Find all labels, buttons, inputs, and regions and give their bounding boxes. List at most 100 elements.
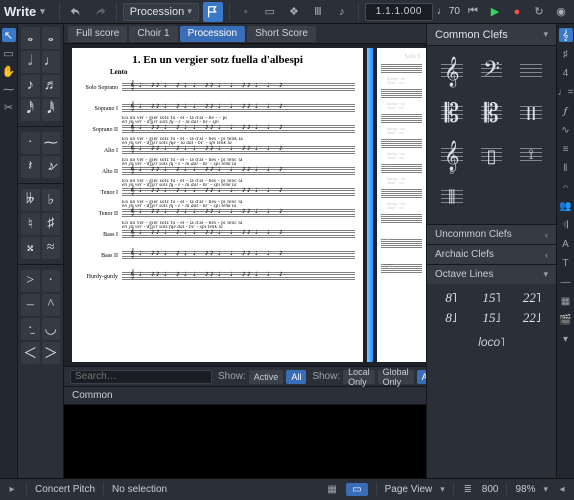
- rest-button[interactable]: 𝄽: [21, 156, 40, 178]
- video-button[interactable]: 🎬: [559, 313, 573, 327]
- note-16th[interactable]: ♬: [42, 75, 61, 97]
- stacc-ten[interactable]: ·̱: [21, 318, 40, 340]
- score-viewport[interactable]: 1. En un vergier sotz fuella d'albespi L…: [64, 44, 426, 366]
- staff-lines[interactable]: 𝄞 ♩ ♪♪ ♩ ♪ ♩♩ ♪♪ ♩ ♩ ♪♪ ♩ ♩ ♪ En un ver …: [122, 101, 355, 117]
- dbl-sharp[interactable]: 𝄪: [21, 237, 40, 259]
- note-quarter[interactable]: ♩: [42, 51, 61, 73]
- tie-tool[interactable]: ⁓: [2, 82, 16, 96]
- zoom-value[interactable]: 98%: [515, 484, 535, 495]
- staff-row[interactable]: Soprano I 𝄞 ♩ ♪♪ ♩ ♪ ♩♩ ♪♪ ♩ ♩ ♪♪ ♩ ♩ ♪ …: [80, 98, 355, 119]
- clef-tab[interactable]: ⟟: [514, 138, 548, 174]
- staff-lines[interactable]: 𝄞 ♩ ♪♪ ♩ ♪ ♩♩ ♪♪ ♩ ♩ ♪♪ ♩ ♩ ♪ En un ver …: [122, 185, 355, 201]
- flat[interactable]: ♭: [42, 189, 61, 211]
- staff-row[interactable]: A. I domp - na 'dom - na: [381, 112, 422, 126]
- repeat-button[interactable]: 𝄇: [559, 218, 573, 232]
- staff-row[interactable]: Alto II 𝄞 ♩ ♪♪ ♩ ♪ ♩♩ ♪♪ ♩ ♩ ♪♪ ♩ ♩ ♪ En…: [80, 161, 355, 182]
- staff-row[interactable]: Alto I 𝄞 ♩ ♪♪ ♩ ♪ ♩♩ ♪♪ ♩ ♩ ♪♪ ♩ ♩ ♪ En …: [80, 140, 355, 161]
- filter-active[interactable]: Active: [249, 370, 284, 384]
- clefs-panel-button[interactable]: 𝄞: [559, 28, 573, 42]
- tempo-display[interactable]: ♩ 70: [437, 3, 460, 21]
- note-eighth[interactable]: ♪: [21, 75, 40, 97]
- staff-row[interactable]: Bass I 𝄞 ♩ ♪♪ ♩ ♪ ♩♩ ♪♪ ♩ ♩ ♪♪ ♩ ♩ ♪: [80, 224, 355, 245]
- cues-button[interactable]: ▦: [559, 294, 573, 308]
- clef-alto[interactable]: 𝄡: [435, 96, 469, 132]
- sharp[interactable]: ♯: [42, 213, 61, 235]
- flag-marker-button[interactable]: [203, 2, 223, 22]
- staff-row[interactable]: Solo Soprano 𝄞 ♩ ♪♪ ♩ ♪ ♩♩ ♪♪ ♩ ♩ ♪♪ ♩ ♩…: [80, 77, 355, 98]
- staff-row[interactable]: B. II: [381, 237, 422, 251]
- oct-15ma[interactable]: 15˥: [473, 290, 509, 306]
- scissors-tool[interactable]: ✂: [2, 100, 16, 114]
- text-button[interactable]: T: [559, 256, 573, 270]
- tremolo-button[interactable]: ≡: [559, 142, 573, 156]
- flow-selector[interactable]: Procession ▾: [123, 3, 199, 21]
- tab-full-score[interactable]: Full score: [68, 26, 127, 42]
- staff-row[interactable]: S. I domp - na 'dom - na: [381, 62, 422, 76]
- dot-button[interactable]: ·: [21, 132, 40, 154]
- position-display[interactable]: 1.1.1.000: [365, 3, 433, 21]
- view-mode[interactable]: Page View: [385, 484, 433, 495]
- section-uncommon[interactable]: Uncommon Clefs‹: [427, 224, 556, 244]
- oct-22ma[interactable]: 22˥: [514, 290, 550, 306]
- clef-treble-8vb[interactable]: 𝄞8: [435, 138, 469, 174]
- staff-row[interactable]: Hurdy-gurdy 𝄞 ♩ ♪♪ ♩ ♪ ♩♩ ♪♪ ♩ ♩ ♪♪ ♩ ♩ …: [80, 266, 355, 287]
- clef-tenor-c[interactable]: 𝄡: [475, 96, 509, 132]
- tenuto[interactable]: –: [21, 294, 40, 316]
- cresc[interactable]: ＜: [21, 342, 40, 364]
- staff-row[interactable]: Tenor II 𝄞 ♩ ♪♪ ♩ ♪ ♩♩ ♪♪ ♩ ♩ ♪♪ ♩ ♩ ♪ E…: [80, 203, 355, 224]
- loop-button[interactable]: ↻: [530, 3, 548, 21]
- tie-button[interactable]: ⁓: [42, 132, 61, 154]
- staff-lines[interactable]: 𝄞 ♩ ♪♪ ♩ ♪ ♩♩ ♪♪ ♩ ♩ ♪♪ ♩ ♩ ♪ En un ver …: [122, 143, 355, 159]
- oct-15mb[interactable]: 15˩: [473, 310, 509, 326]
- marcato[interactable]: ^: [42, 294, 61, 316]
- galley-toggle[interactable]: ▭: [346, 483, 367, 496]
- marquee-tool[interactable]: ▭: [2, 46, 16, 60]
- clef-none[interactable]: [514, 54, 548, 90]
- tab-procession[interactable]: Procession: [180, 26, 245, 42]
- tab-short-score[interactable]: Short Score: [247, 26, 316, 42]
- note-breve[interactable]: 𝅝: [21, 27, 40, 49]
- staccato[interactable]: ·: [42, 270, 61, 292]
- staff-row[interactable]: Bass II 𝄞 ♩ ♪♪ ♩ ♪ ♩♩ ♪♪ ♩ ♩ ♪♪ ♩ ♩ ♪: [80, 245, 355, 266]
- staff-lines[interactable]: 𝄞 ♩ ♪♪ ♩ ♪ ♩♩ ♪♪ ♩ ♩ ♪♪ ♩ ♩ ♪ En un ver …: [122, 122, 355, 138]
- undo-button[interactable]: [66, 2, 86, 22]
- accent[interactable]: >: [21, 270, 40, 292]
- bars-button[interactable]: Ⅲ: [308, 2, 328, 22]
- timesig-button[interactable]: 4: [559, 66, 573, 80]
- loco-button[interactable]: loco˥: [427, 332, 556, 355]
- staff-row[interactable]: A. II domp - na 'dom - na: [381, 137, 422, 151]
- note-32nd[interactable]: 𝅘𝅥𝅰: [21, 99, 40, 121]
- staff-lines[interactable]: 𝄞 ♩ ♪♪ ♩ ♪ ♩♩ ♪♪ ♩ ♩ ♪♪ ♩ ♩ ♪ En un ver …: [122, 206, 355, 222]
- holds-button[interactable]: 𝄐: [559, 180, 573, 194]
- dynamics-button[interactable]: 𝆑: [559, 104, 573, 118]
- markers-button[interactable]: ▾: [559, 332, 573, 346]
- note-half[interactable]: 𝅗𝅥: [21, 51, 40, 73]
- insert-mode-button[interactable]: ◦: [236, 2, 256, 22]
- panel-header[interactable]: Common Clefs ▾: [427, 24, 556, 46]
- dim[interactable]: ＞: [42, 342, 61, 364]
- redo-button[interactable]: [90, 2, 110, 22]
- oct-22mb[interactable]: 22˩: [514, 310, 550, 326]
- staff-lines[interactable]: 𝄞 ♩ ♪♪ ♩ ♪ ♩♩ ♪♪ ♩ ♩ ♪♪ ♩ ♩ ♪: [122, 269, 355, 285]
- mode-switcher[interactable]: Write ▾: [4, 4, 53, 19]
- score-page-2[interactable]: Solo S. S. I domp - na 'dom - naS. II do…: [377, 48, 426, 362]
- grace-button[interactable]: ♪̷: [42, 156, 61, 178]
- disclosure-icon[interactable]: ▸: [6, 484, 18, 496]
- ornaments-button[interactable]: ∿: [559, 123, 573, 137]
- tempo-panel-button[interactable]: ♩=: [559, 85, 573, 99]
- staff-lines[interactable]: 𝄞 ♩ ♪♪ ♩ ♪ ♩♩ ♪♪ ♩ ♩ ♪♪ ♩ ♩ ♪ En un ver …: [122, 164, 355, 180]
- keysig-button[interactable]: ♯: [559, 47, 573, 61]
- filter-global[interactable]: Global Only: [378, 370, 414, 384]
- clef-perc[interactable]: ▯: [475, 138, 509, 174]
- note-button[interactable]: ♪: [332, 2, 352, 22]
- staff-row[interactable]: Tenor I 𝄞 ♩ ♪♪ ♩ ♪ ♩♩ ♪♪ ♩ ♩ ♪♪ ♩ ♩ ♪ En…: [80, 182, 355, 203]
- oct-8vb[interactable]: 8˩: [433, 310, 469, 326]
- filter-all[interactable]: All: [286, 370, 306, 384]
- click-button[interactable]: ◉: [552, 3, 570, 21]
- oct-8va[interactable]: 8˥: [433, 290, 469, 306]
- concert-pitch-toggle[interactable]: Concert Pitch: [35, 484, 95, 495]
- section-octave[interactable]: Octave Lines▾: [427, 264, 556, 284]
- staff-lines[interactable]: 𝄞 ♩ ♪♪ ♩ ♪ ♩♩ ♪♪ ♩ ♩ ♪♪ ♩ ♩ ♪: [122, 80, 355, 96]
- tab-choir1[interactable]: Choir 1: [129, 26, 177, 42]
- staff-row[interactable]: S. II domp - na 'dom - na: [381, 87, 422, 101]
